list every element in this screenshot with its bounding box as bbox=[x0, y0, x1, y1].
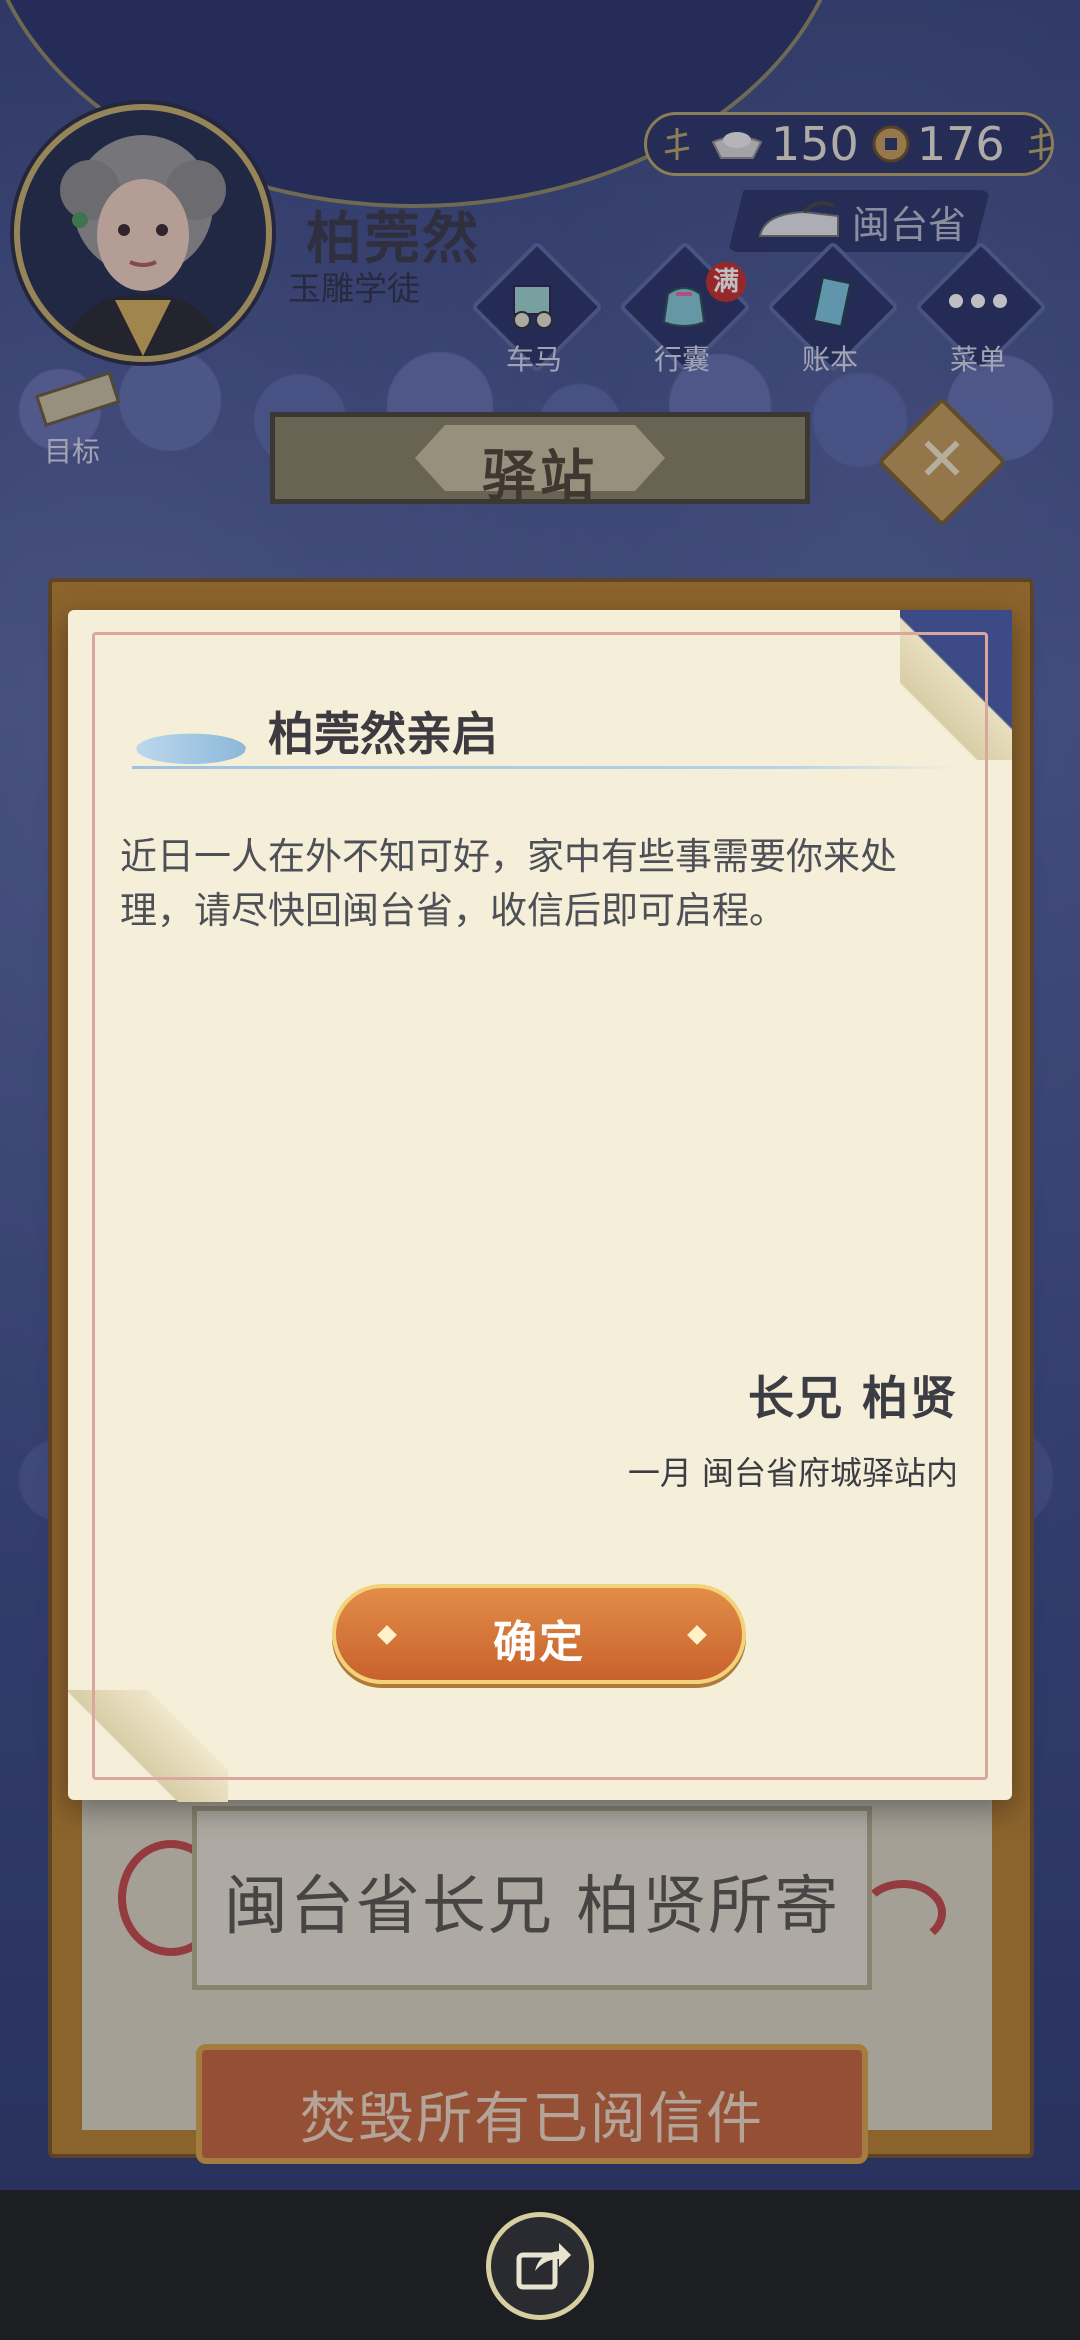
letter-body: 近日一人在外不知可好，家中有些事需要你来处理，请尽快回闽台省，收信后即可启程。 bbox=[120, 835, 897, 932]
share-icon bbox=[513, 2237, 573, 2297]
heading-divider bbox=[132, 766, 956, 769]
confirm-button[interactable]: 确定 bbox=[332, 1584, 746, 1684]
confirm-label: 确定 bbox=[493, 1617, 585, 1668]
share-button[interactable] bbox=[486, 2212, 594, 2320]
letter-date-place: 一月 闽台省府城驿站内 bbox=[627, 1454, 958, 1492]
letter-signer: 长兄 柏贤 bbox=[747, 1371, 958, 1425]
letter-heading: 柏莞然亲启 bbox=[268, 707, 498, 761]
